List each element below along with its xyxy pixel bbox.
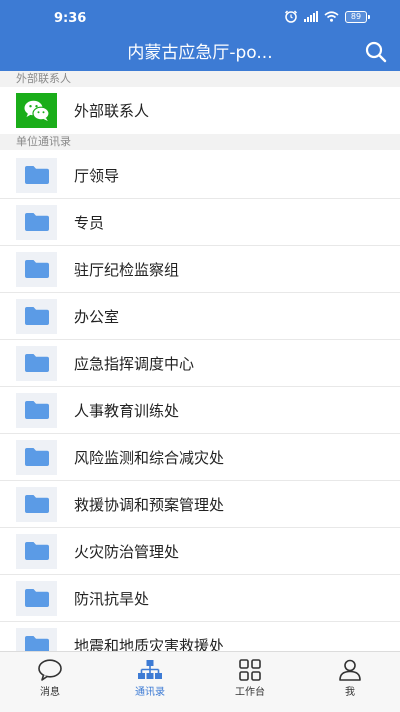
status-time: 9:36 [54,11,87,26]
folder-icon [16,392,57,428]
tab-label: 通讯录 [135,687,165,698]
folder-icon [16,533,57,569]
department-label: 驻厅纪检监察组 [74,260,180,279]
org-chart-icon [138,660,162,679]
folder-icon [16,157,57,193]
folder-icon [16,580,57,616]
department-label: 办公室 [74,307,120,326]
chat-bubble-icon [38,659,62,681]
tab-me[interactable]: 我 [300,652,400,712]
folder-icon [16,298,57,334]
department-label: 防汛抗旱处 [74,589,150,608]
tab-label: 工作台 [235,687,265,698]
department-label: 救援协调和预案管理处 [74,495,225,514]
directory-section-label: 单位通讯录 [0,134,400,150]
external-contacts-label: 外部联系人 [74,102,150,120]
alarm-icon [284,10,298,23]
department-label: 人事教育训练处 [74,401,180,420]
page-title: 内蒙古应急厅-po... [127,43,273,63]
bottom-tab-bar: 消息 通讯录 工作台 我 [0,651,400,712]
list-item[interactable]: 风险监测和综合减灾处 [0,434,400,481]
folder-icon [16,204,57,240]
status-icons: 89 [284,10,370,23]
folder-icon [16,251,57,287]
list-item[interactable]: 驻厅纪检监察组 [0,246,400,293]
folder-icon [16,627,57,651]
grid-icon [239,659,261,681]
tab-messages[interactable]: 消息 [0,652,100,712]
external-section-label: 外部联系人 [0,71,400,87]
external-contacts-section: 外部联系人 外部联系人 单位通讯录 [0,71,400,150]
tab-contacts[interactable]: 通讯录 [100,652,200,712]
list-item[interactable]: 专员 [0,199,400,246]
department-label: 地震和地质灾害救援处 [74,636,225,652]
wifi-icon [324,11,339,22]
department-label: 火灾防治管理处 [74,542,180,561]
folder-icon [16,486,57,522]
list-item[interactable]: 人事教育训练处 [0,387,400,434]
folder-icon [16,439,57,475]
folder-icon [16,345,57,381]
battery-level: 89 [345,10,367,23]
tab-label: 消息 [40,687,60,698]
external-contacts-item[interactable]: 外部联系人 [0,87,400,134]
department-label: 专员 [74,213,105,232]
tab-label: 我 [345,687,355,698]
department-label: 厅领导 [74,166,120,185]
app-header: 9:36 89 内蒙古应急厅-po... [0,0,400,71]
list-item[interactable]: 地震和地质灾害救援处 [0,622,400,651]
department-label: 应急指挥调度中心 [74,354,195,373]
department-label: 风险监测和综合减灾处 [74,448,225,467]
list-item[interactable]: 防汛抗旱处 [0,575,400,622]
tab-workbench[interactable]: 工作台 [200,652,300,712]
list-item[interactable]: 办公室 [0,293,400,340]
wechat-icon [16,93,57,128]
search-icon [365,41,387,63]
list-item[interactable]: 救援协调和预案管理处 [0,481,400,528]
search-button[interactable] [364,40,388,64]
battery-icon: 89 [345,10,370,23]
signal-icon [304,11,318,22]
list-item[interactable]: 厅领导 [0,152,400,199]
list-item[interactable]: 应急指挥调度中心 [0,340,400,387]
list-item[interactable]: 火灾防治管理处 [0,528,400,575]
person-icon [339,659,361,681]
department-list: 厅领导 专员 驻厅纪检监察组 办公室 应急指挥调度中心 人事教育训练处 风险监测… [0,152,400,651]
